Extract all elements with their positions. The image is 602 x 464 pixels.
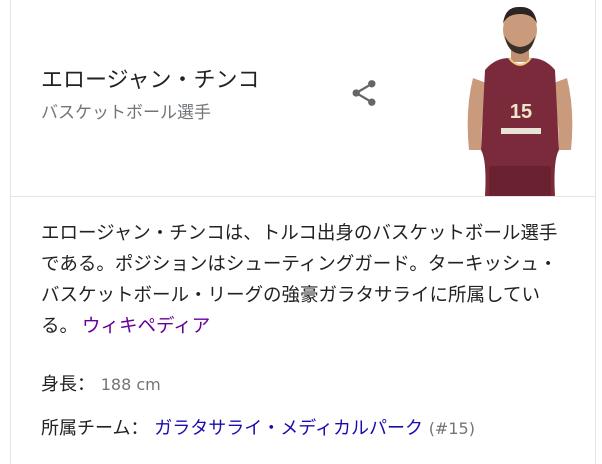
entity-description: エロージャン・チンコは、トルコ出身のバスケットボール選手である。ポジションはシュ… — [41, 218, 571, 342]
share-icon — [352, 80, 376, 106]
share-button[interactable] — [347, 76, 381, 110]
fact-height: 身長： 188 cm — [41, 370, 161, 396]
fact-team-colon: ： — [130, 418, 149, 439]
panel-header: エロージャン・チンコ バスケットボール選手 15 — [11, 0, 595, 197]
entity-name: エロージャン・チンコ — [41, 68, 260, 93]
fact-height-colon: ： — [77, 374, 95, 395]
player-photo[interactable]: 15 — [455, 0, 585, 196]
fact-team-label: 所属チーム — [41, 418, 131, 439]
fact-height-value: 188 cm — [100, 375, 161, 394]
player-photo-image: 15 — [455, 0, 585, 196]
fact-height-label: 身長 — [41, 374, 77, 395]
wikipedia-link[interactable]: ウィキペディア — [82, 316, 210, 337]
jersey-number: 15 — [510, 101, 532, 123]
entity-type: バスケットボール選手 — [41, 103, 211, 123]
fact-team: 所属チーム： ガラタサライ・メディカルパーク (#15) — [41, 414, 475, 440]
knowledge-panel: エロージャン・チンコ バスケットボール選手 15 エロージャン・チンコは、トルコ… — [10, 0, 596, 464]
team-jersey-number: (#15) — [428, 419, 475, 438]
team-link[interactable]: ガラタサライ・メディカルパーク — [154, 418, 423, 439]
